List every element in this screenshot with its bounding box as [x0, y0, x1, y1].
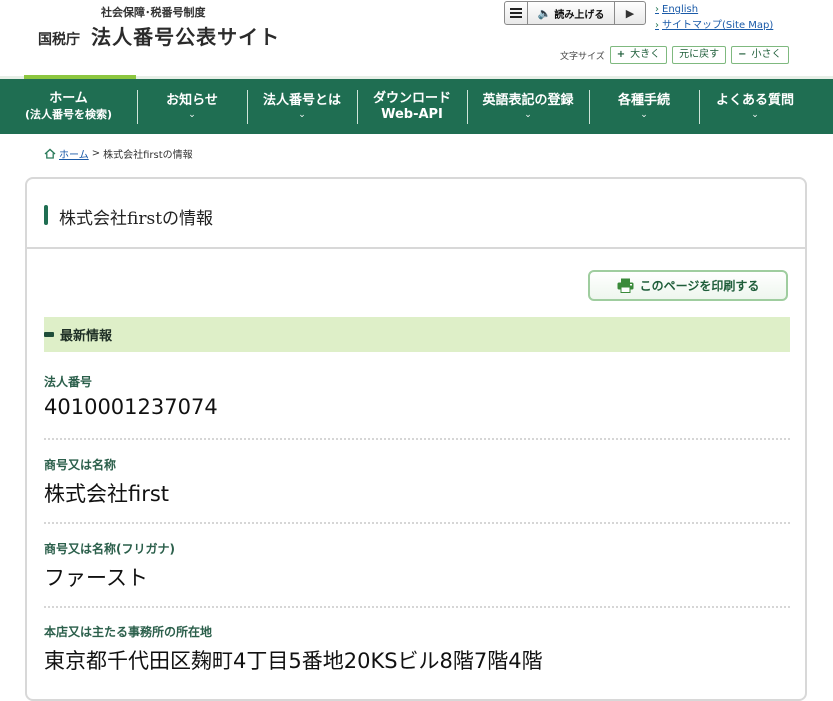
text-reader-toolbar: 🔈 読み上げる ▶	[504, 1, 646, 25]
nav-item-procedures[interactable]: 各種手続 ⌄	[589, 79, 699, 134]
field-value: ファースト	[44, 566, 148, 590]
breadcrumb-home-link[interactable]: ホーム	[59, 146, 89, 161]
nav-item-news[interactable]: お知らせ ⌄	[137, 79, 247, 134]
arrow-right-icon: ›	[655, 4, 659, 15]
field-divider	[44, 606, 790, 608]
nav-label: 法人番号とは	[262, 93, 341, 108]
field-divider	[44, 522, 790, 524]
breadcrumb-current: 株式会社firstの情報	[103, 150, 193, 161]
font-smaller-label: 小さく	[751, 49, 782, 60]
field-label: 商号又は名称	[44, 458, 117, 472]
font-size-controls: 文字サイズ + 大きく 元に戻す − 小さく	[560, 46, 789, 64]
nav-sub-label: (法人番号を検索)	[24, 108, 113, 121]
field-value: 株式会社first	[44, 482, 170, 506]
section-title: 最新情報	[60, 329, 113, 344]
title-accent-bar	[44, 205, 48, 225]
site-header: 社会保障･税番号制度 国税庁 法人番号公表サイト 🔈 読み上げる ▶ › Engl…	[0, 0, 833, 79]
nav-item-home[interactable]: ホーム (法人番号を検索)	[0, 79, 137, 134]
play-icon: ▶	[625, 6, 635, 20]
field-label: 商号又は名称(フリガナ)	[44, 542, 175, 556]
read-aloud-label: 読み上げる	[554, 9, 605, 21]
font-smaller-button[interactable]: − 小さく	[731, 46, 789, 64]
field-divider	[44, 438, 790, 440]
global-nav: ホーム (法人番号を検索) お知らせ ⌄ 法人番号とは ⌄ ダウンロード Web…	[0, 79, 833, 134]
reader-menu-button[interactable]	[505, 2, 528, 24]
field-label: 法人番号	[44, 375, 93, 389]
field-trade-name: 商号又は名称 株式会社first	[44, 456, 790, 508]
field-trade-name-kana: 商号又は名称(フリガナ) ファースト	[44, 540, 790, 592]
font-size-label: 文字サイズ	[560, 51, 605, 62]
nav-item-about[interactable]: 法人番号とは ⌄	[247, 79, 357, 134]
company-info-panel: 株式会社firstの情報 このページを印刷する 最新情報 法人番号 401000…	[25, 177, 807, 701]
english-link-label: English	[662, 4, 699, 15]
nav-label: お知らせ	[166, 93, 218, 108]
field-value: 4010001237074	[44, 395, 218, 419]
nav-label: ホーム	[49, 91, 88, 106]
nav-label: よくある質問	[715, 93, 794, 108]
menu-icon	[510, 12, 522, 14]
chevron-down-icon: ⌄	[298, 110, 306, 120]
breadcrumb-separator: >	[91, 148, 101, 159]
print-page-button[interactable]: このページを印刷する	[588, 270, 788, 301]
print-button-label: このページを印刷する	[639, 279, 760, 293]
logo-site-title: 法人番号公表サイト	[91, 25, 281, 49]
arrow-right-icon: ›	[655, 20, 659, 31]
reader-play-button[interactable]: ▶	[615, 7, 645, 20]
font-reset-button[interactable]: 元に戻す	[672, 46, 727, 64]
chevron-down-icon: ⌄	[524, 110, 532, 120]
section-marker-icon	[44, 332, 54, 337]
font-reset-label: 元に戻す	[679, 49, 720, 60]
field-corporate-number: 法人番号 4010001237074	[44, 373, 790, 419]
minus-icon: −	[738, 49, 747, 60]
home-icon	[44, 148, 56, 159]
field-head-office-address: 本店又は主たる事務所の所在地 東京都千代田区麹町4丁目5番地20KSビル8階7階…	[44, 623, 790, 675]
panel-header: 株式会社firstの情報	[27, 179, 805, 249]
chevron-down-icon: ⌄	[188, 110, 196, 120]
speaker-icon: 🔈	[537, 6, 552, 20]
logo-agency: 国税庁	[38, 32, 80, 48]
english-link[interactable]: › English	[655, 2, 773, 18]
nav-label: 英語表記の登録	[482, 93, 574, 108]
nav-sub-label: Web-API	[381, 106, 443, 122]
font-larger-button[interactable]: + 大きく	[609, 46, 668, 64]
header-links: › English › サイトマップ(Site Map)	[655, 2, 773, 34]
plus-icon: +	[616, 49, 626, 60]
nav-label: 各種手続	[617, 93, 670, 108]
nav-label: ダウンロード	[372, 90, 451, 106]
logo-main: 国税庁 法人番号公表サイト	[38, 21, 280, 50]
printer-icon	[617, 278, 634, 293]
nav-item-english-registration[interactable]: 英語表記の登録 ⌄	[467, 79, 589, 134]
sitemap-link[interactable]: › サイトマップ(Site Map)	[655, 18, 773, 34]
logo-subtitle: 社会保障･税番号制度	[101, 6, 206, 19]
read-aloud-button[interactable]: 🔈 読み上げる	[528, 2, 615, 24]
field-value: 東京都千代田区麹町4丁目5番地20KSビル8階7階4階	[44, 649, 543, 673]
nav-item-faq[interactable]: よくある質問 ⌄	[699, 79, 811, 134]
chevron-down-icon: ⌄	[751, 110, 759, 120]
font-larger-label: 大きく	[630, 49, 661, 60]
field-label: 本店又は主たる事務所の所在地	[44, 625, 213, 639]
sitemap-link-label: サイトマップ(Site Map)	[662, 20, 774, 31]
breadcrumb: ホーム > 株式会社firstの情報	[44, 146, 193, 161]
chevron-down-icon: ⌄	[640, 110, 648, 120]
nav-item-download[interactable]: ダウンロード Web-API	[357, 79, 467, 134]
page-title: 株式会社firstの情報	[59, 209, 214, 229]
latest-info-section-header: 最新情報	[44, 317, 790, 352]
